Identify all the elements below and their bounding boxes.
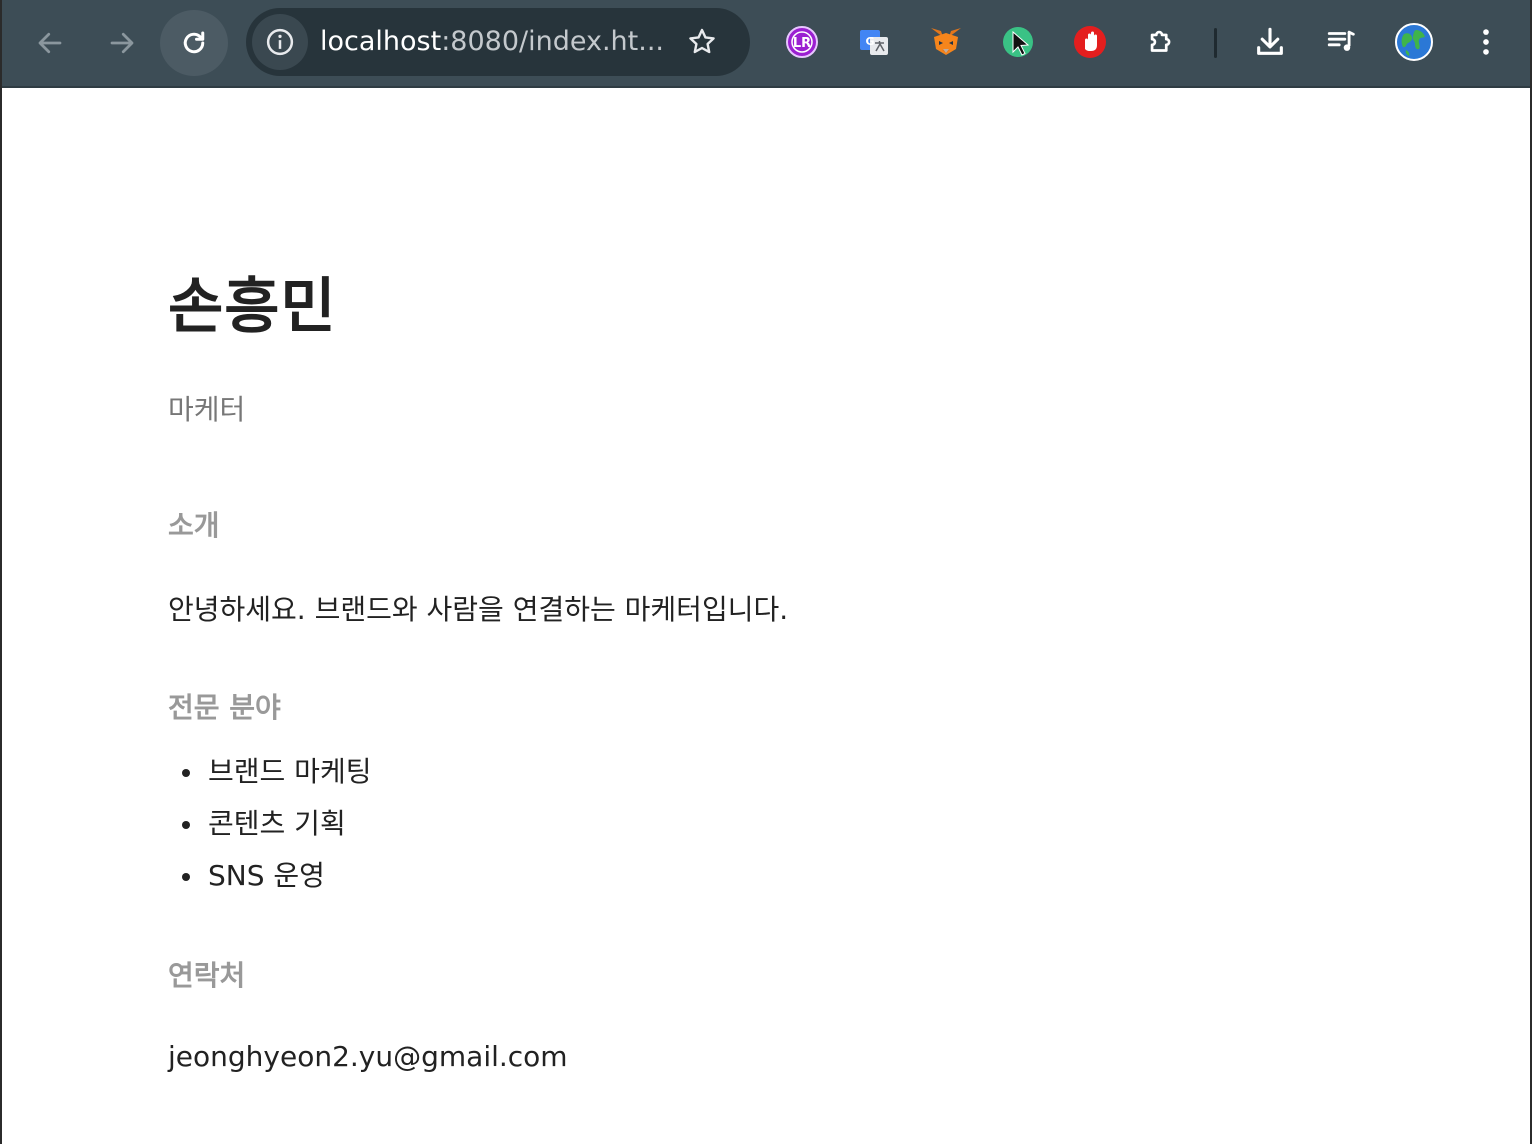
url-text[interactable]: localhost:8080/index.ht... [320,8,664,76]
cursor-extension-button[interactable] [998,22,1038,62]
browser-toolbar: localhost:8080/index.ht... LR G [2,0,1530,88]
intro-text: 안녕하세요. 브랜드와 사람을 연결하는 마케터입니다. [168,593,789,626]
globe-icon [1395,23,1433,61]
profile-button[interactable] [1394,22,1434,62]
google-translate-button[interactable]: G [854,22,894,62]
lr-extension-button[interactable]: LR [782,22,822,62]
intro-section-title: 소개 [168,509,220,542]
info-icon [266,28,294,56]
puzzle-extensions-icon [1150,30,1171,52]
extensions-button[interactable] [1142,22,1182,62]
skills-list: 브랜드 마케팅 콘텐츠 기획 SNS 운영 [168,752,371,908]
media-controls-button[interactable] [1322,22,1362,62]
toolbar-divider [1214,28,1217,58]
list-item: 브랜드 마케팅 [168,752,371,804]
adblock-button[interactable] [1070,22,1110,62]
svg-text:G: G [865,35,874,48]
list-item: SNS 운영 [168,856,371,908]
browser-window: localhost:8080/index.ht... LR G 손흥민 마케터 … [0,0,1532,1144]
profile-role: 마케터 [168,393,246,426]
metamask-button[interactable] [926,22,966,62]
reload-button[interactable] [160,10,228,76]
contact-section-title: 연락처 [168,959,246,992]
downloads-button[interactable] [1250,22,1290,62]
reload-icon [183,31,205,54]
more-menu-icon [1483,29,1489,55]
arrow-right-icon [110,32,134,54]
bookmark-button[interactable] [682,22,722,62]
back-button[interactable] [16,10,84,76]
url-host: localhost [320,26,442,57]
stop-hand-icon [1074,26,1106,58]
download-icon [1257,27,1283,55]
site-info-button[interactable] [252,14,308,70]
media-queue-icon [1327,30,1355,51]
google-translate-icon: G [860,30,888,55]
more-menu-button[interactable] [1466,22,1506,62]
contact-email: jeonghyeon2.yu@gmail.com [168,1040,568,1073]
url-path: :8080/index.ht... [441,26,665,57]
skills-section-title: 전문 분야 [168,691,281,724]
svg-text:LR: LR [793,36,811,51]
metamask-fox-icon [931,28,961,55]
profile-name: 손흥민 [168,272,337,342]
cursor-extension-icon [1003,27,1033,57]
address-bar[interactable]: localhost:8080/index.ht... [246,8,750,76]
lr-extension-icon: LR [786,26,818,58]
forward-button[interactable] [88,10,156,76]
star-icon [689,28,715,54]
arrow-left-icon [38,32,62,54]
list-item: 콘텐츠 기획 [168,804,371,856]
